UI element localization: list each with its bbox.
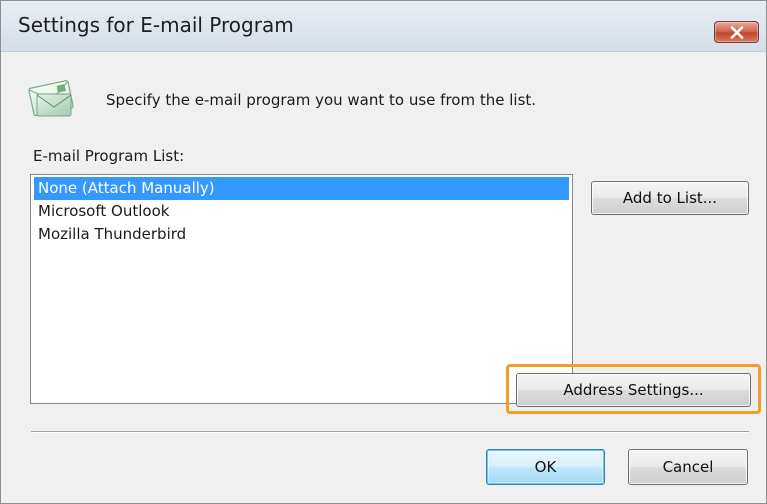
close-icon (730, 26, 744, 39)
cancel-button[interactable]: Cancel (628, 449, 748, 485)
list-item-microsoft-outlook[interactable]: Microsoft Outlook (34, 200, 569, 223)
add-to-list-button[interactable]: Add to List... (591, 181, 749, 215)
ok-button[interactable]: OK (486, 449, 605, 485)
email-program-icon (23, 76, 81, 124)
close-button[interactable] (714, 21, 759, 43)
dialog-window: Settings for E-mail Program Specify the … (0, 0, 767, 504)
address-settings-button[interactable]: Address Settings... (516, 373, 751, 407)
list-item-mozilla-thunderbird[interactable]: Mozilla Thunderbird (34, 223, 569, 246)
title-bar[interactable]: Settings for E-mail Program (1, 1, 766, 52)
separator (31, 431, 749, 433)
window-title: Settings for E-mail Program (18, 13, 294, 37)
email-program-listbox[interactable]: None (Attach Manually) Microsoft Outlook… (30, 174, 573, 404)
instruction-text: Specify the e-mail program you want to u… (106, 91, 537, 109)
program-list-label: E-mail Program List: (33, 147, 185, 165)
list-item-none-attach-manually[interactable]: None (Attach Manually) (34, 177, 569, 200)
dialog-body: Specify the e-mail program you want to u… (1, 52, 766, 503)
